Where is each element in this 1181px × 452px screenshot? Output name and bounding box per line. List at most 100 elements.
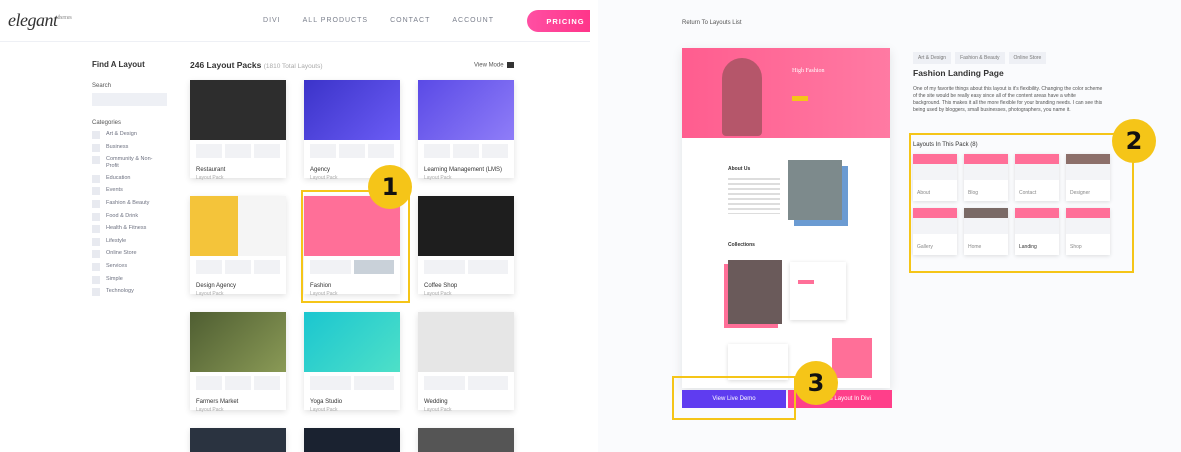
nav-divi[interactable]: DIVI xyxy=(263,17,281,24)
collection-image xyxy=(728,260,782,324)
category-checkbox[interactable] xyxy=(92,143,100,152)
category-checkbox[interactable] xyxy=(92,288,100,297)
preview-hero: High Fashion xyxy=(682,48,890,138)
footer-image xyxy=(832,338,872,378)
category-art-design[interactable]: Art & Design xyxy=(92,131,172,139)
collections-heading: Collections xyxy=(728,242,755,248)
total-layouts-text: (1810 Total Layouts) xyxy=(263,63,323,70)
category-checkbox[interactable] xyxy=(92,212,100,221)
layout-card-agency[interactable]: Agency Layout Pack xyxy=(304,80,400,181)
layout-card-restaurant[interactable]: Restaurant Layout Pack xyxy=(190,80,286,181)
card-thumbnail xyxy=(418,428,514,452)
category-checkbox[interactable] xyxy=(92,275,100,284)
category-label: Lifestyle xyxy=(106,237,127,244)
grid-icon xyxy=(506,62,514,68)
card-title: Farmers Market xyxy=(196,399,239,405)
category-services[interactable]: Services xyxy=(92,262,172,271)
tag-online-store[interactable]: Online Store xyxy=(1008,52,1047,64)
sidebar-title: Find A Layout xyxy=(92,60,145,69)
card-thumbnail xyxy=(304,312,400,372)
layout-card-partial[interactable] xyxy=(418,428,514,452)
category-checkbox[interactable] xyxy=(92,225,100,234)
category-checkbox[interactable] xyxy=(92,237,100,246)
category-label: Education xyxy=(106,174,131,181)
logo-text: elegant xyxy=(8,10,58,30)
category-label: Art & Design xyxy=(106,131,137,137)
search-input[interactable] xyxy=(92,93,167,106)
elegant-themes-logo[interactable]: elegantthemes xyxy=(8,10,72,31)
nav-contact[interactable]: CONTACT xyxy=(390,17,430,24)
layout-card-design-agency[interactable]: Design Agency Layout Pack xyxy=(190,196,286,297)
layout-card-wedding[interactable]: Wedding Layout Pack xyxy=(418,312,514,413)
card-thumbnail xyxy=(190,196,286,256)
category-online-store[interactable]: Online Store xyxy=(92,250,172,259)
hero-button xyxy=(792,96,808,101)
category-technology[interactable]: Technology xyxy=(92,288,172,297)
category-label: Food & Drink xyxy=(106,212,139,219)
layout-card-farmers-market[interactable]: Farmers Market Layout Pack xyxy=(190,312,286,413)
nav-links: DIVI ALL PRODUCTS CONTACT ACCOUNT xyxy=(263,17,494,24)
category-simple[interactable]: Simple xyxy=(92,275,172,284)
card-subtitle: Layout Pack xyxy=(196,175,224,181)
card-title: Learning Management (LMS) xyxy=(424,167,503,173)
category-checkbox[interactable] xyxy=(92,156,100,165)
card-thumbnail xyxy=(190,80,286,140)
category-checkbox[interactable] xyxy=(92,131,100,139)
category-checkbox[interactable] xyxy=(92,174,100,183)
layout-card-yoga-studio[interactable]: Yoga Studio Layout Pack xyxy=(304,312,400,413)
callout-badge-2: 2 xyxy=(1112,119,1156,163)
card-title: Wedding xyxy=(424,399,448,405)
card-title: Coffee Shop xyxy=(424,283,458,289)
card-thumbnail xyxy=(418,312,514,372)
callout-badge-1: 1 xyxy=(368,165,412,209)
category-checkbox[interactable] xyxy=(92,262,100,271)
card-thumbnail xyxy=(190,428,286,452)
footer-card xyxy=(728,344,788,380)
count-text: 246 Layout Packs xyxy=(190,60,262,70)
card-thumbnail xyxy=(418,196,514,256)
view-mode-toggle[interactable]: View Mode xyxy=(474,62,514,69)
category-label: Events xyxy=(106,187,123,194)
category-community[interactable]: Community & Non-Profit xyxy=(92,156,172,170)
callout-badge-3: 3 xyxy=(794,361,838,405)
category-events[interactable]: Events xyxy=(92,187,172,196)
tag-fashion-beauty[interactable]: Fashion & Beauty xyxy=(955,52,1005,64)
card-subtitle: Layout Pack xyxy=(196,407,224,413)
category-fashion-beauty[interactable]: Fashion & Beauty xyxy=(92,199,172,208)
layout-card-partial[interactable] xyxy=(304,428,400,452)
card-preview-strip xyxy=(424,376,508,390)
category-lifestyle[interactable]: Lifestyle xyxy=(92,237,172,246)
view-mode-label: View Mode xyxy=(474,62,504,69)
nav-all-products[interactable]: ALL PRODUCTS xyxy=(303,17,368,24)
card-preview-strip xyxy=(196,144,280,158)
card-subtitle: Layout Pack xyxy=(424,175,452,181)
card-title: Restaurant xyxy=(196,167,226,173)
return-to-layouts-link[interactable]: Return To Layouts List xyxy=(682,20,742,26)
layout-card-lms[interactable]: Learning Management (LMS) Layout Pack xyxy=(418,80,514,181)
category-label: Simple xyxy=(106,275,123,282)
category-checkbox[interactable] xyxy=(92,250,100,259)
layout-description: One of my favorite things about this lay… xyxy=(913,86,1103,113)
tag-art-design[interactable]: Art & Design xyxy=(913,52,952,64)
search-label: Search xyxy=(92,83,112,89)
about-text-lines xyxy=(728,178,780,214)
categories-label: Categories xyxy=(92,120,122,126)
live-demo-highlight-box xyxy=(672,376,796,420)
layout-pack-count: 246 Layout Packs (1810 Total Layouts) xyxy=(190,60,323,70)
category-checkbox[interactable] xyxy=(92,187,100,196)
pricing-button[interactable]: PRICING xyxy=(527,10,590,32)
category-food-drink[interactable]: Food & Drink xyxy=(92,212,172,221)
nav-account[interactable]: ACCOUNT xyxy=(452,17,494,24)
layout-card-coffee-shop[interactable]: Coffee Shop Layout Pack xyxy=(418,196,514,297)
category-checkbox[interactable] xyxy=(92,199,100,208)
layouts-pack-highlight-box xyxy=(909,133,1134,273)
category-education[interactable]: Education xyxy=(92,174,172,183)
category-business[interactable]: Business xyxy=(92,143,172,152)
layout-preview: High Fashion About Us Collections xyxy=(682,48,890,388)
layout-card-partial[interactable] xyxy=(190,428,286,452)
card-preview-strip xyxy=(310,376,394,390)
card-thumbnail xyxy=(418,80,514,140)
card-title: Yoga Studio xyxy=(310,399,343,405)
category-health-fitness[interactable]: Health & Fitness xyxy=(92,225,172,234)
layout-title: Fashion Landing Page xyxy=(913,68,1004,78)
